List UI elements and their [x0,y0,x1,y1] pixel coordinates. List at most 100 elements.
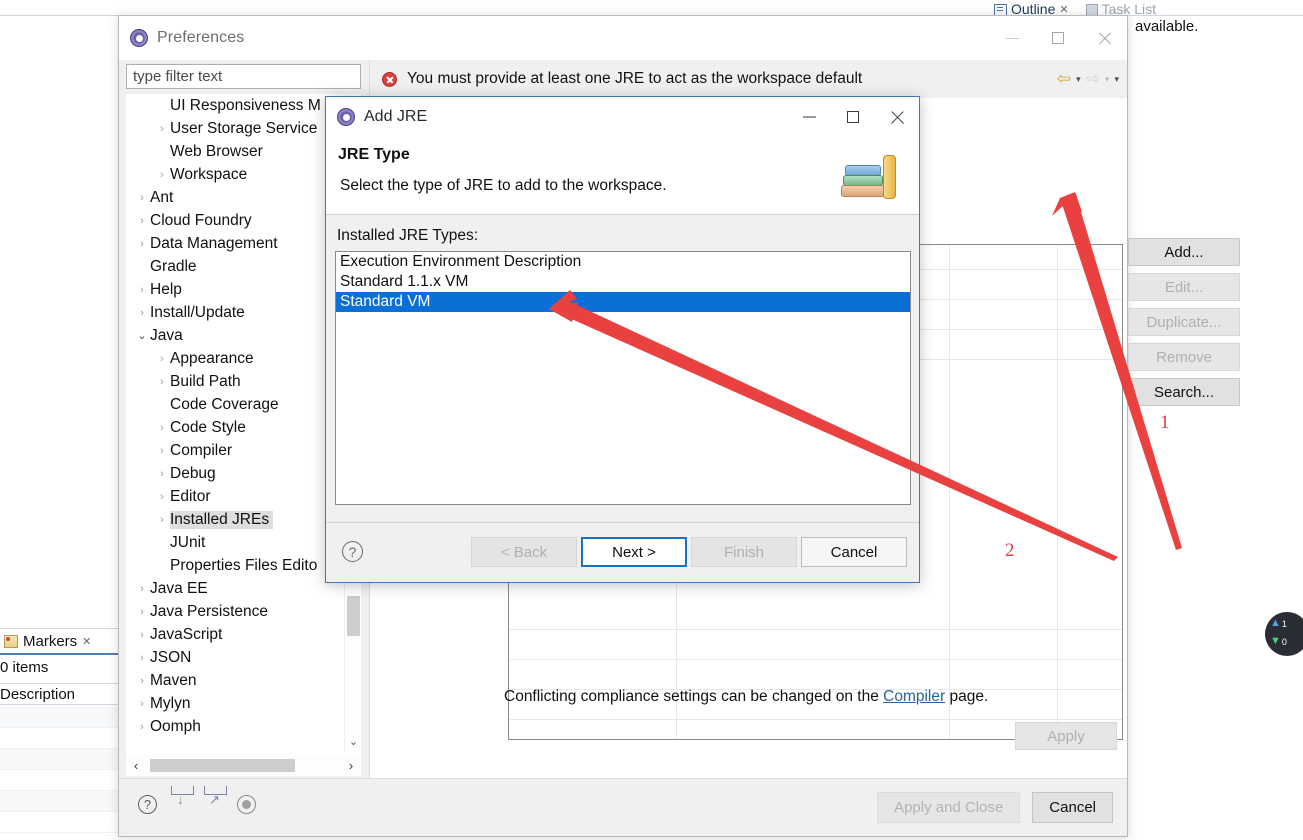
chevron-right-icon[interactable]: › [134,192,150,204]
forward-dropdown-icon[interactable]: ▾ [1105,74,1110,85]
chevron-right-icon[interactable]: › [134,675,150,687]
chevron-right-icon[interactable]: › [134,284,150,296]
chevron-right-icon[interactable]: › [154,468,170,480]
tree-item-ui-responsiveness-m[interactable]: UI Responsiveness M [126,94,344,117]
tree-item-editor[interactable]: › Editor [126,485,344,508]
finish-button[interactable]: Finish [691,537,797,567]
tree-item-properties-files-edito[interactable]: Properties Files Edito [126,554,344,577]
add-button[interactable]: Add... [1128,238,1240,266]
scroll-right-icon[interactable]: › [341,756,361,775]
tree-item-installed-jres[interactable]: › Installed JREs [126,508,344,531]
installed-jre-types-list[interactable]: Execution Environment Description Standar… [335,251,911,505]
tree-item-appearance[interactable]: › Appearance [126,347,344,370]
close-icon[interactable]: ✕ [82,635,91,648]
duplicate-button[interactable]: Duplicate... [1128,308,1240,336]
tree-item-web-browser[interactable]: Web Browser [126,140,344,163]
tree-item-mylyn[interactable]: › Mylyn [126,692,344,715]
tree-item-data-management[interactable]: › Data Management [126,232,344,255]
arrow-down-icon: ▼ [1270,635,1281,647]
tree-item-java[interactable]: ⌄ Java [126,324,344,347]
help-icon[interactable]: ? [138,795,159,816]
tree-item-code-style[interactable]: › Code Style [126,416,344,439]
tree-item-label: Java EE [150,579,208,597]
compiler-link[interactable]: Compiler [883,688,945,705]
remove-button[interactable]: Remove [1128,343,1240,371]
tree-item-help[interactable]: › Help [126,278,344,301]
tree-item-cloud-foundry[interactable]: › Cloud Foundry [126,209,344,232]
back-icon[interactable]: ⇦ [1057,69,1071,89]
chevron-down-icon[interactable]: ⌄ [134,329,150,342]
tree-horizontal-scrollbar[interactable]: ‹ › [126,756,361,775]
tree-item-user-storage-service[interactable]: › User Storage Service [126,117,344,140]
minimize-button[interactable] [787,97,831,137]
chevron-right-icon[interactable]: › [134,606,150,618]
close-button[interactable] [1081,16,1127,60]
tree-item-build-path[interactable]: › Build Path [126,370,344,393]
scrollbar-thumb[interactable] [150,759,295,772]
tree-item-code-coverage[interactable]: Code Coverage [126,393,344,416]
maximize-button[interactable] [1035,16,1081,60]
import-icon[interactable] [171,795,192,816]
minimize-button[interactable] [989,16,1035,60]
scrollbar-thumb[interactable] [347,596,360,636]
chevron-right-icon[interactable]: › [154,491,170,503]
export-icon[interactable] [204,795,225,816]
list-item[interactable]: Execution Environment Description [336,252,910,272]
chevron-right-icon[interactable]: › [154,514,170,526]
search-button[interactable]: Search... [1128,378,1240,406]
chevron-right-icon[interactable]: › [154,169,170,181]
tree-item-gradle[interactable]: Gradle [126,255,344,278]
chevron-right-icon[interactable]: › [134,698,150,710]
back-button[interactable]: < Back [471,537,577,567]
list-item[interactable]: Standard VM [336,292,910,312]
chevron-right-icon[interactable]: › [134,629,150,641]
scroll-left-icon[interactable]: ‹ [126,756,146,775]
table-row [0,728,118,749]
tree-item-oomph[interactable]: › Oomph [126,715,344,738]
markers-tab[interactable]: Markers ✕ [0,629,118,655]
chevron-right-icon[interactable]: › [154,123,170,135]
chevron-right-icon[interactable]: › [134,652,150,664]
back-dropdown-icon[interactable]: ▾ [1076,74,1081,85]
forward-icon[interactable]: ⇨ [1086,69,1100,89]
chevron-right-icon[interactable]: › [134,238,150,250]
tree-item-install-update[interactable]: › Install/Update [126,301,344,324]
tree-item-compiler[interactable]: › Compiler [126,439,344,462]
table-row [0,770,118,791]
edit-button[interactable]: Edit... [1128,273,1240,301]
scroll-down-icon[interactable]: ⌄ [345,733,361,750]
tree-item-java-persistence[interactable]: › Java Persistence [126,600,344,623]
tree-item-json[interactable]: › JSON [126,646,344,669]
menu-dropdown-icon[interactable]: ▾ [1114,74,1119,85]
chevron-right-icon[interactable]: › [154,445,170,457]
filter-input[interactable]: type filter text [126,64,361,89]
tree-item-javascript[interactable]: › JavaScript [126,623,344,646]
tree-item-workspace[interactable]: › Workspace [126,163,344,186]
apply-and-close-button[interactable]: Apply and Close [877,792,1021,823]
close-icon[interactable]: ✕ [1059,3,1068,16]
tree-item-junit[interactable]: JUnit [126,531,344,554]
chevron-right-icon[interactable]: › [134,307,150,319]
next-button[interactable]: Next > [581,537,687,567]
tree-item-debug[interactable]: › Debug [126,462,344,485]
maximize-button[interactable] [831,97,875,137]
tree-item-ant[interactable]: › Ant [126,186,344,209]
add-jre-titlebar[interactable]: Add JRE [326,97,919,137]
chevron-right-icon[interactable]: › [134,583,150,595]
chevron-right-icon[interactable]: › [154,422,170,434]
chevron-right-icon[interactable]: › [134,721,150,733]
network-monitor-widget[interactable]: ▲ 1 ▼ 0 [1265,612,1303,656]
cancel-button[interactable]: Cancel [801,537,907,567]
tree-item-maven[interactable]: › Maven [126,669,344,692]
oomph-recorder-icon[interactable] [237,795,258,816]
close-button[interactable] [875,97,919,137]
chevron-right-icon[interactable]: › [154,353,170,365]
cancel-button[interactable]: Cancel [1032,792,1113,823]
help-icon[interactable]: ? [342,541,363,562]
apply-button[interactable]: Apply [1015,722,1117,750]
preferences-titlebar[interactable]: Preferences [119,16,1127,60]
chevron-right-icon[interactable]: › [154,376,170,388]
tree-item-java-ee[interactable]: › Java EE [126,577,344,600]
chevron-right-icon[interactable]: › [134,215,150,227]
list-item[interactable]: Standard 1.1.x VM [336,272,910,292]
